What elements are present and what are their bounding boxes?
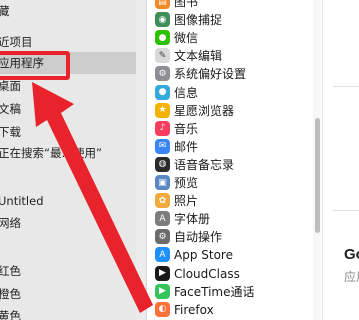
sidebar-item-downloads[interactable]: 下载 (0, 121, 136, 143)
sidebar-item-documents[interactable]: 文稿 (0, 98, 136, 120)
sidebar-item-label: 文稿 (0, 102, 21, 116)
star-browser-icon: ★ (155, 102, 170, 118)
sidebar-item-label: 桌面 (0, 79, 21, 93)
app-name: 字体册 (174, 212, 211, 227)
app-name: 语音备忘录 (174, 157, 235, 172)
sidebar-item-label: 橙色 (0, 287, 21, 301)
sidebar-item-recents[interactable]: 近项目 (0, 31, 136, 53)
app-name: 星愿浏览器 (174, 103, 235, 118)
textedit-icon: ✎ (155, 48, 170, 64)
sidebar-item-desktop[interactable]: 桌面 (0, 75, 136, 97)
app-name: 预览 (174, 176, 199, 190)
preview-app-title: Go (344, 246, 359, 263)
app-name: FaceTime通话 (174, 284, 255, 299)
applications-list: ▤ 图书 ◉ 图像捕捉 ● 微信 ✎ 文本编辑 ⚙ 系统偏好设置 ● 信息 ★ 星愿浏览器 ♪ 音乐 ✉ 邮件 ◍ 语… (147, 0, 313, 320)
list-item[interactable]: ✉ 邮件 (147, 138, 313, 156)
app-name: 微信 (174, 31, 199, 46)
sidebar-item-tag-orange[interactable]: 橙色 (0, 283, 136, 305)
list-scrollbar-thumb[interactable] (315, 118, 320, 233)
sidebar-item-tag-yellow[interactable]: 黄色 (0, 305, 136, 320)
preview-divider (333, 86, 359, 87)
sidebar-item-favorites[interactable]: 藏 (0, 0, 136, 22)
list-item[interactable]: ◐ Firefox (147, 301, 313, 319)
app-name: 邮件 (174, 139, 199, 154)
sidebar-item-searching[interactable]: 正在搜索“最…使用” (0, 142, 136, 164)
appstore-icon: A (155, 247, 170, 263)
list-item[interactable]: ✎ 文本编辑 (147, 47, 313, 65)
sidebar-resize-handle[interactable] (136, 0, 147, 320)
list-item[interactable]: ▶ FaceTime通话 (147, 283, 313, 301)
sidebar-item-label: 应用程序 (0, 56, 44, 70)
app-name: 音乐 (174, 121, 199, 136)
book-icon: ▤ (155, 0, 170, 9)
sidebar-item-label: Untitled (0, 194, 44, 208)
voice-memo-icon: ◍ (155, 156, 170, 172)
list-item[interactable]: ▶ CloudClass (147, 265, 313, 283)
sidebar-item-label: 网络 (0, 216, 21, 230)
list-item[interactable]: ⚙ 系统偏好设置 (147, 65, 313, 83)
photos-icon: ✿ (155, 193, 170, 209)
gear-icon: ⚙ (155, 66, 170, 82)
finder-sidebar: 藏 近项目 应用程序 桌面 文稿 下载 正在搜索“最…使用” Untitled … (0, 0, 137, 320)
app-name: 系统偏好设置 (174, 67, 247, 82)
app-name: 图像捕捉 (174, 13, 223, 28)
sidebar-item-label: 下载 (0, 125, 21, 139)
list-item[interactable]: ✿ 照片 (147, 192, 313, 210)
firefox-icon: ◐ (155, 301, 170, 317)
preview-icon: ▣ (155, 175, 170, 190)
list-item[interactable]: ▤ 图书 (147, 0, 313, 11)
list-item[interactable]: ▣ 预览 (147, 174, 313, 192)
app-name: 文本编辑 (174, 49, 223, 64)
list-item[interactable]: ● 微信 (147, 29, 313, 47)
list-item[interactable]: ◍ 语音备忘录 (147, 156, 313, 174)
list-item[interactable]: ⚙ 自动操作 (147, 228, 313, 246)
cloudclass-icon: ▶ (155, 265, 170, 281)
app-name: 照片 (174, 194, 199, 209)
sidebar-item-applications[interactable]: 应用程序 (0, 52, 136, 74)
list-item[interactable]: ♪ 音乐 (147, 120, 313, 138)
app-name: App Store (174, 248, 233, 263)
sidebar-item-label: 正在搜索“最…使用” (0, 146, 102, 160)
list-item[interactable]: A App Store (147, 246, 313, 264)
list-item[interactable]: ★ 星愿浏览器 (147, 102, 313, 120)
list-item[interactable]: ◉ 图像捕捉 (147, 11, 313, 29)
app-name: CloudClass (174, 266, 240, 281)
facetime-icon: ▶ (155, 283, 170, 299)
app-name: Firefox (174, 302, 214, 317)
sidebar-item-label: 红色 (0, 264, 21, 278)
sidebar-item-network[interactable]: 网络 (0, 212, 136, 234)
sidebar-item-tag-red[interactable]: 红色 (0, 260, 136, 282)
fontbook-icon: A (155, 211, 170, 227)
sidebar-item-label: 黄色 (0, 309, 21, 320)
preview-pane: Go 应用 (322, 0, 359, 320)
preview-app-kind: 应用 (344, 270, 359, 284)
message-icon: ● (155, 84, 170, 100)
camera-icon: ◉ (155, 12, 170, 28)
list-item[interactable]: ● 信息 (147, 84, 313, 102)
sidebar-item-label: 藏 (0, 0, 10, 22)
sidebar-item-untitled[interactable]: Untitled (0, 190, 136, 212)
app-name: 自动操作 (174, 230, 223, 245)
sidebar-item-label: 近项目 (0, 35, 33, 49)
wechat-icon: ● (155, 30, 170, 46)
automator-icon: ⚙ (155, 229, 170, 245)
music-icon: ♪ (155, 120, 170, 136)
mail-icon: ✉ (155, 138, 170, 154)
list-item[interactable]: A 字体册 (147, 210, 313, 228)
app-name: 图书 (174, 0, 199, 9)
preview-divider (333, 210, 359, 211)
app-name: 信息 (174, 85, 199, 100)
